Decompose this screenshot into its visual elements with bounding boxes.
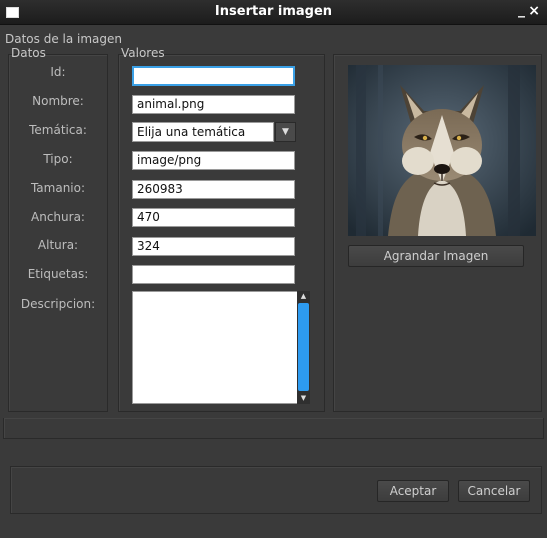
descripcion-label: Descripcion:	[20, 297, 96, 311]
nombre-label: Nombre:	[32, 94, 84, 108]
minimize-button[interactable]: _	[518, 2, 525, 18]
cancel-button[interactable]: Cancelar	[458, 480, 530, 502]
scroll-up-icon[interactable]: ▲	[297, 291, 310, 302]
anchura-field[interactable]: 470	[132, 208, 295, 227]
window-title: Insertar imagen	[214, 4, 333, 19]
scroll-down-icon[interactable]: ▼	[297, 393, 310, 404]
valores-header: Valores	[121, 46, 165, 60]
tematica-label: Temática:	[29, 123, 87, 137]
chevron-down-icon[interactable]: ▼	[275, 122, 296, 142]
tamanio-label: Tamanio:	[30, 181, 86, 195]
etiquetas-label: Etiquetas:	[27, 267, 89, 281]
close-button[interactable]: ×	[528, 3, 540, 19]
altura-label: Altura:	[37, 238, 79, 252]
group-title: Datos de la imagen	[5, 32, 123, 46]
scroll-thumb[interactable]	[298, 303, 309, 391]
id-field[interactable]	[132, 66, 295, 86]
wolf-photo-icon	[348, 65, 536, 236]
separator-panel	[3, 418, 544, 439]
nombre-field[interactable]: animal.png	[132, 95, 295, 114]
descripcion-scrollbar[interactable]: ▲ ▼	[297, 291, 310, 404]
anchura-label: Anchura:	[31, 210, 85, 224]
datos-header: Datos	[11, 46, 46, 60]
accept-button[interactable]: Aceptar	[377, 480, 449, 502]
enlarge-image-button[interactable]: Agrandar Imagen	[348, 245, 524, 267]
tematica-select[interactable]: Elija una temática ▼	[132, 122, 296, 142]
tematica-value[interactable]: Elija una temática	[132, 122, 274, 142]
id-label: Id:	[50, 65, 66, 79]
tipo-label: Tipo:	[43, 152, 73, 166]
title-bar: Insertar imagen _ ×	[0, 0, 547, 25]
tipo-field[interactable]: image/png	[132, 151, 295, 170]
etiquetas-field[interactable]	[132, 265, 295, 284]
altura-field[interactable]: 324	[132, 237, 295, 256]
descripcion-textarea[interactable]	[132, 291, 310, 404]
image-preview	[348, 65, 536, 236]
tamanio-field[interactable]: 260983	[132, 180, 295, 199]
